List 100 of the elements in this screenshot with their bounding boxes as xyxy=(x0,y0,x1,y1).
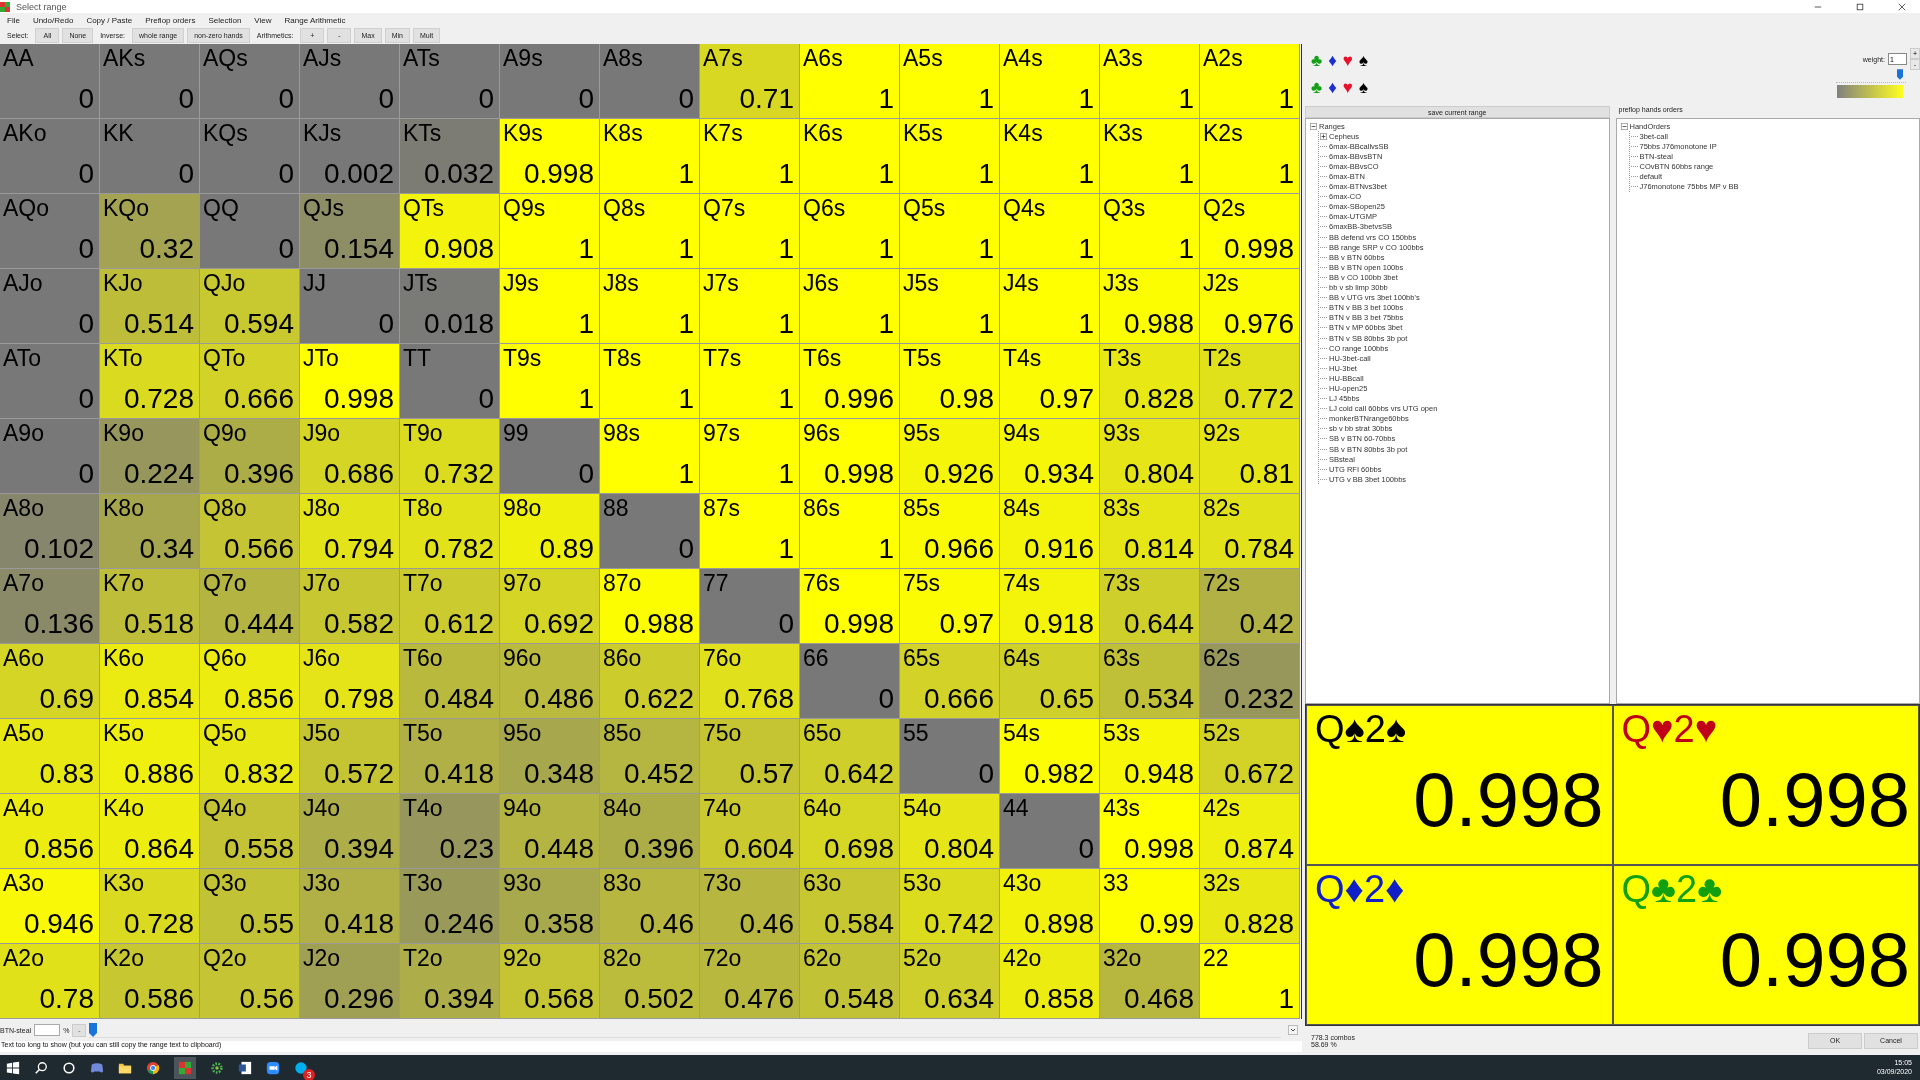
hand-cell[interactable]: J6o 0.798 xyxy=(300,644,400,719)
hand-cell[interactable]: AKo 0 xyxy=(0,119,100,194)
hand-cell[interactable]: 96o 0.486 xyxy=(500,644,600,719)
hand-cell[interactable]: 22 1 xyxy=(1200,944,1300,1019)
hand-cell[interactable]: K7s 1 xyxy=(700,119,800,194)
hand-cell[interactable]: ATo 0 xyxy=(0,344,100,419)
suit-toggle[interactable]: ♦ xyxy=(1328,79,1337,96)
hand-cell[interactable]: 95s 0.926 xyxy=(900,419,1000,494)
hand-cell[interactable]: T6o 0.484 xyxy=(400,644,500,719)
hand-cell[interactable]: 97s 1 xyxy=(700,419,800,494)
hand-cell[interactable]: 52o 0.634 xyxy=(900,944,1000,1019)
percent-field[interactable] xyxy=(34,1024,61,1036)
slider-thumb[interactable] xyxy=(1896,69,1903,80)
hand-cell[interactable]: T7o 0.612 xyxy=(400,569,500,644)
hand-cell[interactable]: J3o 0.418 xyxy=(300,869,400,944)
hand-cell[interactable]: 72s 0.42 xyxy=(1200,569,1300,644)
hand-cell[interactable]: T5s 0.98 xyxy=(900,344,1000,419)
hand-cell[interactable]: T2s 0.772 xyxy=(1200,344,1300,419)
weight-slider[interactable] xyxy=(1836,70,1906,83)
hand-cell[interactable]: 32o 0.468 xyxy=(1100,944,1200,1019)
suit-toggle[interactable]: ♠ xyxy=(1358,79,1368,96)
hand-cell[interactable]: 65o 0.642 xyxy=(800,719,900,794)
hand-cell[interactable]: KK 0 xyxy=(100,119,200,194)
hand-cell[interactable]: Q8s 1 xyxy=(600,194,700,269)
hand-cell[interactable]: T4s 0.97 xyxy=(1000,344,1100,419)
hand-cell[interactable]: Q3s 1 xyxy=(1100,194,1200,269)
hand-cell[interactable]: 73o 0.46 xyxy=(700,869,800,944)
hand-cell[interactable]: A7s 0.71 xyxy=(700,44,800,119)
hand-cell[interactable]: 32s 0.828 xyxy=(1200,869,1300,944)
hand-cell[interactable]: K4s 1 xyxy=(1000,119,1100,194)
hand-cell[interactable]: T7s 1 xyxy=(700,344,800,419)
menu-item[interactable]: Preflop orders xyxy=(145,15,196,25)
dropdown-arrow-icon[interactable] xyxy=(1288,1025,1298,1035)
hand-cell[interactable]: J9s 1 xyxy=(500,269,600,344)
hand-cell[interactable]: J7o 0.582 xyxy=(300,569,400,644)
hand-cell[interactable]: 54s 0.982 xyxy=(1000,719,1100,794)
browser-icon[interactable] xyxy=(146,1060,160,1075)
hand-cell[interactable]: 97o 0.692 xyxy=(500,569,600,644)
hand-cell[interactable]: T6s 0.996 xyxy=(800,344,900,419)
hand-cell[interactable]: QTs 0.908 xyxy=(400,194,500,269)
hand-cell[interactable]: K8o 0.34 xyxy=(100,494,200,569)
hand-cell[interactable]: 83o 0.46 xyxy=(600,869,700,944)
hand-cell[interactable]: Q5s 1 xyxy=(900,194,1000,269)
video-camera-icon[interactable] xyxy=(266,1060,280,1075)
hand-cell[interactable]: KQo 0.32 xyxy=(100,194,200,269)
hand-cell[interactable]: 63o 0.584 xyxy=(800,869,900,944)
hand-cell[interactable]: QJs 0.154 xyxy=(300,194,400,269)
hand-cell[interactable]: 96s 0.998 xyxy=(800,419,900,494)
close-icon[interactable] xyxy=(1898,2,1906,11)
hand-cell[interactable]: JJ 0 xyxy=(300,269,400,344)
hand-cell[interactable]: J2o 0.296 xyxy=(300,944,400,1019)
hand-cell[interactable]: 88 0 xyxy=(600,494,700,569)
hand-cell[interactable]: J3s 0.988 xyxy=(1100,269,1200,344)
hand-cell[interactable]: 92o 0.568 xyxy=(500,944,600,1019)
hand-cell[interactable]: 62s 0.232 xyxy=(1200,644,1300,719)
hand-cell[interactable]: T9o 0.732 xyxy=(400,419,500,494)
hand-cell[interactable]: 86o 0.622 xyxy=(600,644,700,719)
hand-cell[interactable]: A3o 0.946 xyxy=(0,869,100,944)
hand-cell[interactable]: JTo 0.998 xyxy=(300,344,400,419)
hand-cell[interactable]: 43s 0.998 xyxy=(1100,794,1200,869)
hand-cell[interactable]: 85s 0.966 xyxy=(900,494,1000,569)
hand-cell[interactable]: 82o 0.502 xyxy=(600,944,700,1019)
hand-cell[interactable]: AKs 0 xyxy=(100,44,200,119)
menu-item[interactable]: Selection xyxy=(208,15,242,25)
hand-cell[interactable]: 94o 0.448 xyxy=(500,794,600,869)
hand-cell[interactable]: A6o 0.69 xyxy=(0,644,100,719)
hand-cell[interactable]: 87o 0.988 xyxy=(600,569,700,644)
hand-cell[interactable]: J8o 0.794 xyxy=(300,494,400,569)
circle-icon[interactable] xyxy=(62,1060,76,1075)
menu-item[interactable]: View xyxy=(254,15,272,25)
hand-cell[interactable]: A6s 1 xyxy=(800,44,900,119)
document-icon[interactable] xyxy=(238,1060,252,1075)
hand-cell[interactable]: J4s 1 xyxy=(1000,269,1100,344)
hand-cell[interactable]: JTs 0.018 xyxy=(400,269,500,344)
hand-cell[interactable]: T2o 0.394 xyxy=(400,944,500,1019)
hand-cell[interactable]: 86s 1 xyxy=(800,494,900,569)
hand-cell[interactable]: A8s 0 xyxy=(600,44,700,119)
hand-cell[interactable]: 72o 0.476 xyxy=(700,944,800,1019)
hand-cell[interactable]: 53s 0.948 xyxy=(1100,719,1200,794)
hand-cell[interactable]: 74o 0.604 xyxy=(700,794,800,869)
hand-cell[interactable]: K3s 1 xyxy=(1100,119,1200,194)
hand-cell[interactable]: AQs 0 xyxy=(200,44,300,119)
hand-cell[interactable]: Q4o 0.558 xyxy=(200,794,300,869)
hand-cell[interactable]: A9s 0 xyxy=(500,44,600,119)
hand-cell[interactable]: 53o 0.742 xyxy=(900,869,1000,944)
hand-cell[interactable]: 92s 0.81 xyxy=(1200,419,1300,494)
menu-item[interactable]: Copy / Paste xyxy=(86,15,133,25)
hand-cell[interactable]: 76s 0.998 xyxy=(800,569,900,644)
hand-cell[interactable]: K4o 0.864 xyxy=(100,794,200,869)
hand-cell[interactable]: K9o 0.224 xyxy=(100,419,200,494)
hand-cell[interactable]: 64o 0.698 xyxy=(800,794,900,869)
suit-toggle[interactable]: ♠ xyxy=(1358,52,1368,69)
hand-cell[interactable]: 98s 1 xyxy=(600,419,700,494)
expand-icon[interactable] xyxy=(1320,132,1327,140)
hand-cell[interactable]: 84o 0.396 xyxy=(600,794,700,869)
hand-cell[interactable]: Q2s 0.998 xyxy=(1200,194,1300,269)
hand-cell[interactable]: Q5o 0.832 xyxy=(200,719,300,794)
hand-cell[interactable]: 66 0 xyxy=(800,644,900,719)
hand-cell[interactable]: 55 0 xyxy=(900,719,1000,794)
hand-cell[interactable]: 82s 0.784 xyxy=(1200,494,1300,569)
